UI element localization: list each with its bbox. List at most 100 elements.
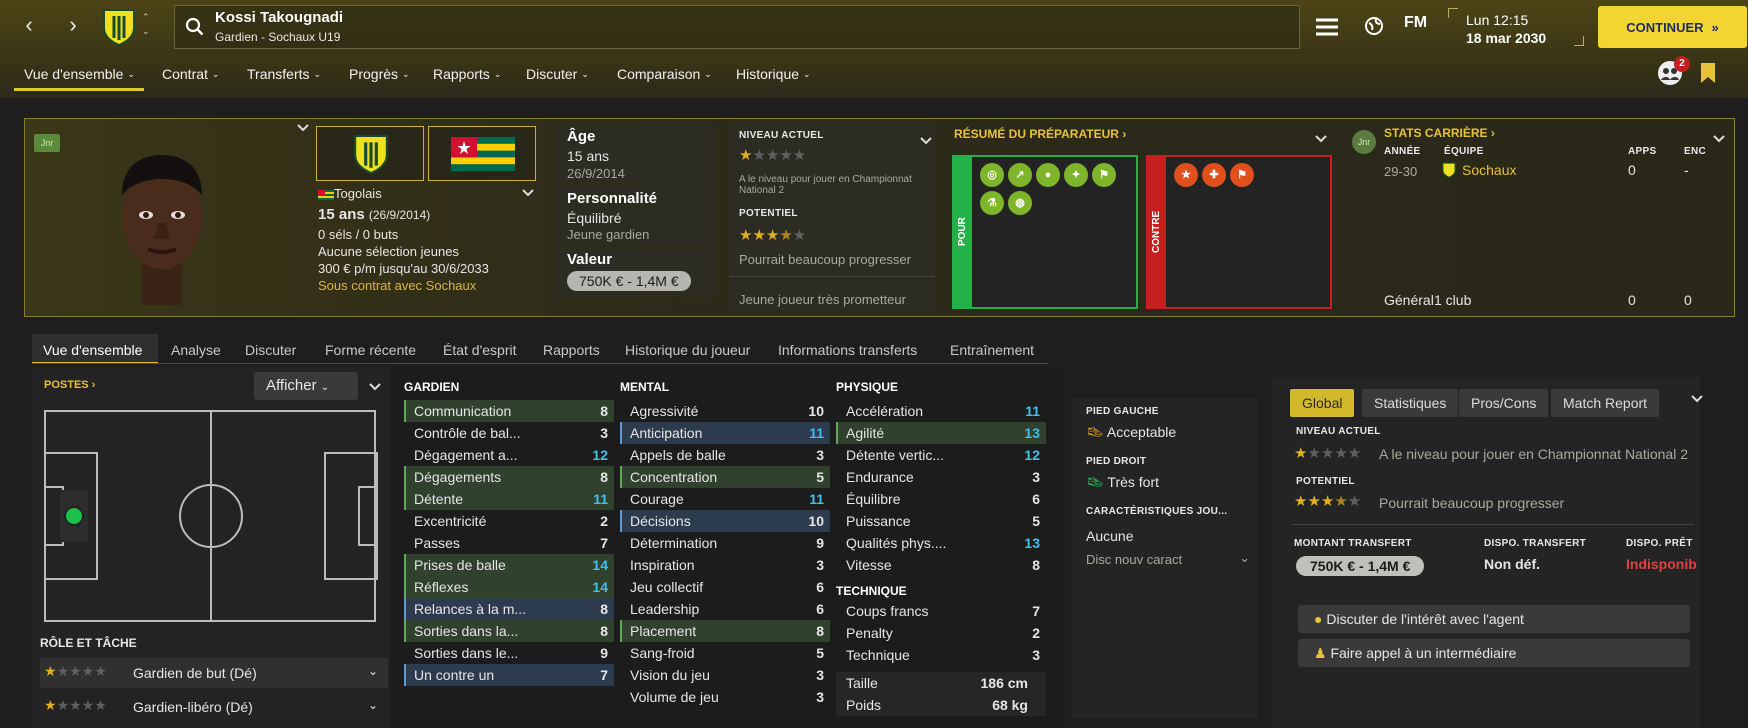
globe-icon[interactable] — [1364, 16, 1384, 36]
tab-pros-cons[interactable]: Pros/Cons — [1459, 389, 1549, 417]
tab-global[interactable]: Global — [1290, 389, 1355, 417]
menu-contract[interactable]: Contrat ⌄ — [162, 66, 219, 82]
attribute-row[interactable]: Qualités phys.... 13 — [836, 532, 1046, 554]
forward-arrow-icon[interactable]: › — [62, 14, 84, 36]
attribute-row[interactable]: Agressivité 10 — [620, 400, 830, 422]
attribute-row[interactable]: Décisions 10 — [620, 510, 830, 532]
attribute-row[interactable]: Relances à la m... 8 — [404, 598, 614, 620]
menu-progress[interactable]: Progrès ⌄ — [349, 66, 410, 82]
positions-title[interactable]: POSTES › — [44, 379, 95, 391]
attribute-row[interactable]: Excentricité 2 — [404, 510, 614, 532]
attribute-row[interactable]: Accélération 11 — [836, 400, 1046, 422]
attribute-row[interactable]: Appels de balle 3 — [620, 444, 830, 466]
bookmark-icon[interactable] — [1700, 62, 1716, 84]
tab-recent-form[interactable]: Forme récente — [325, 342, 416, 358]
age-date: (26/9/2014) — [368, 208, 431, 222]
role-stars: ★★★★★ — [44, 697, 107, 713]
right-six-yard-box — [358, 486, 378, 546]
attribute-row[interactable]: Sorties dans le... 9 — [404, 642, 614, 664]
nation-flag-box[interactable] — [428, 126, 536, 181]
discuss-agent-button[interactable]: ● Discuter de l'intérêt avec l'agent — [1298, 605, 1690, 633]
attribute-row[interactable]: Communication 8 — [404, 400, 614, 422]
show-dropdown[interactable]: Afficher ⌄ — [254, 372, 358, 400]
chevron-down-icon[interactable] — [368, 382, 382, 392]
attribute-value: 2 — [1032, 625, 1040, 641]
chevron-down-icon[interactable] — [1690, 394, 1704, 404]
tab-reports[interactable]: Rapports — [543, 342, 600, 358]
career-title[interactable]: STATS CARRIÈRE › — [1384, 126, 1495, 140]
attribute-row[interactable]: Anticipation 11 — [620, 422, 830, 444]
menu-reports[interactable]: Rapports ⌄ — [433, 66, 501, 82]
back-arrow-icon[interactable]: ‹ — [18, 14, 40, 36]
chevron-down-icon[interactable] — [1712, 134, 1726, 144]
career-total-clubs: 1 club — [1434, 292, 1472, 308]
club-switch-icon[interactable]: ⌃ ⌄ — [142, 10, 150, 38]
attribute-row[interactable]: Volume de jeu 3 — [620, 686, 830, 708]
club-crest-icon[interactable] — [102, 8, 136, 46]
attribute-row[interactable]: Vitesse 8 — [836, 554, 1046, 576]
gk-position-marker[interactable] — [64, 506, 84, 526]
attribute-row[interactable]: Placement 8 — [620, 620, 830, 642]
attribute-row[interactable]: Agilité 13 — [836, 422, 1046, 444]
attribute-row[interactable]: Détente 11 — [404, 488, 614, 510]
tab-player-history[interactable]: Historique du joueur — [625, 342, 750, 358]
attribute-row[interactable]: Contrôle de bal... 3 — [404, 422, 614, 444]
menu-icon[interactable] — [1316, 17, 1338, 37]
role-row[interactable]: ★★★★★ Gardien-libéro (Dé) ⌄ — [40, 692, 388, 722]
chevron-down-icon[interactable] — [520, 187, 536, 199]
traits-select[interactable]: Disc nouv caract ⌄ — [1086, 550, 1250, 567]
tab-match-report[interactable]: Match Report — [1551, 389, 1660, 417]
right-foot-value: 👟︎ Très fort — [1086, 474, 1159, 491]
tab-mindset[interactable]: État d'esprit — [443, 342, 517, 358]
club-crest-box[interactable] — [316, 126, 424, 181]
menu-discuss[interactable]: Discuter ⌄ — [526, 66, 589, 82]
tab-transfer-info[interactable]: Informations transferts — [778, 342, 917, 358]
attribute-row[interactable]: Concentration 5 — [620, 466, 830, 488]
menu-comparison[interactable]: Comparaison ⌄ — [617, 66, 712, 82]
attribute-row[interactable]: Un contre un 7 — [404, 664, 614, 686]
attribute-row[interactable]: Courage 11 — [620, 488, 830, 510]
attribute-row[interactable]: Dégagements 8 — [404, 466, 614, 488]
attribute-row[interactable]: Jeu collectif 6 — [620, 576, 830, 598]
pros-label: POUR — [954, 157, 972, 307]
attribute-row[interactable]: Technique 3 — [836, 644, 1046, 666]
tab-discuss[interactable]: Discuter — [245, 342, 296, 358]
menu-transfers[interactable]: Transferts ⌄ — [247, 66, 321, 82]
attribute-row[interactable]: Sorties dans la... 8 — [404, 620, 614, 642]
fm-logo[interactable]: FM — [1404, 14, 1427, 32]
role-row[interactable]: ★★★★★ Gardien de but (Dé) ⌄ — [40, 658, 388, 688]
menu-history[interactable]: Historique ⌄ — [736, 66, 811, 82]
attribute-row[interactable]: Prises de balle 14 — [404, 554, 614, 576]
attribute-row[interactable]: Leadership 6 — [620, 598, 830, 620]
chevron-down-icon[interactable] — [919, 136, 933, 146]
continue-button[interactable]: CONTINUER » — [1598, 6, 1747, 48]
attribute-row[interactable]: Endurance 3 — [836, 466, 1046, 488]
menu-overview[interactable]: Vue d'ensemble ⌄ — [24, 66, 135, 82]
attribute-row[interactable]: Détermination 9 — [620, 532, 830, 554]
attribute-row[interactable]: Équilibre 6 — [836, 488, 1046, 510]
attribute-row[interactable]: Puissance 5 — [836, 510, 1046, 532]
chevron-down-icon[interactable] — [1314, 134, 1328, 144]
contract-status[interactable]: Sous contrat avec Sochaux — [318, 278, 476, 293]
attribute-row[interactable]: Inspiration 3 — [620, 554, 830, 576]
tab-analysis[interactable]: Analyse — [171, 342, 221, 358]
current-level-text: A le niveau pour jouer en Championnat Na… — [739, 174, 912, 196]
attribute-row[interactable]: Vision du jeu 3 — [620, 664, 830, 686]
attribute-row[interactable]: Sang-froid 5 — [620, 642, 830, 664]
intermediary-button[interactable]: ♟ Faire appel à un intermédiaire — [1298, 639, 1690, 667]
attribute-row[interactable]: Coups francs 7 — [836, 600, 1046, 622]
tab-overview[interactable]: Vue d'ensemble — [43, 342, 142, 358]
coach-summary-title[interactable]: RÉSUMÉ DU PRÉPARATEUR › — [954, 127, 1126, 141]
tab-statistics[interactable]: Statistiques — [1362, 389, 1459, 417]
attribute-row[interactable]: Réflexes 14 — [404, 576, 614, 598]
chevron-down-icon[interactable] — [295, 122, 311, 134]
attribute-name: Accélération — [846, 403, 924, 419]
attribute-row[interactable]: Dégagement a... 12 — [404, 444, 614, 466]
attribute-value: 5 — [816, 645, 824, 661]
attribute-row[interactable]: Penalty 2 — [836, 622, 1046, 644]
attribute-value: 13 — [1024, 425, 1040, 441]
attribute-row[interactable]: Détente vertic... 12 — [836, 444, 1046, 466]
attribute-row[interactable]: Passes 7 — [404, 532, 614, 554]
career-team[interactable]: Sochaux — [1462, 162, 1516, 178]
tab-training[interactable]: Entraînement — [950, 342, 1034, 358]
